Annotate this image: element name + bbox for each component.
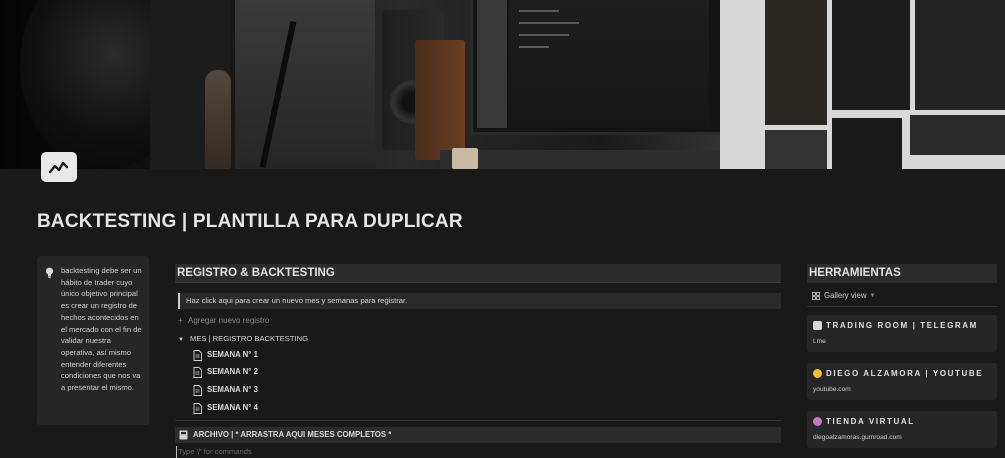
document-icon xyxy=(193,349,202,361)
cover-image xyxy=(0,0,1005,169)
document-icon xyxy=(193,384,202,396)
week-page-label: SEMANA N° 4 xyxy=(207,403,258,412)
chevron-down-icon: ▼ xyxy=(869,293,876,299)
callout-block[interactable]: backtesting debe ser un hábito de trader… xyxy=(37,256,149,425)
gallery-view-label: Gallery view xyxy=(824,291,867,300)
gallery-card-store[interactable]: TIENDA VIRTUAL diegoalzamoras.gumroad.co… xyxy=(807,411,997,448)
new-month-hint[interactable]: Haz click aqui para crear un nuevo mes y… xyxy=(178,293,781,309)
gallery-card-telegram[interactable]: TRADING ROOM | TELEGRAM t.me xyxy=(807,315,997,352)
archive-label: ARCHIVO | * ARRASTRA AQUI MESES COMPLETO… xyxy=(193,430,392,439)
document-icon xyxy=(193,402,202,414)
chart-trend-icon xyxy=(48,161,69,174)
card-url: youtube.com xyxy=(813,386,851,393)
add-new-record-button[interactable]: + Agregar nuevo registro xyxy=(178,314,269,328)
gallery-grid-icon xyxy=(812,292,820,300)
card-url: diegoalzamoras.gumroad.com xyxy=(813,434,902,441)
telegram-icon xyxy=(813,321,822,330)
week-page-link[interactable]: SEMANA N° 1 xyxy=(193,348,258,362)
page-title[interactable]: BACKTESTING | PLANTILLA PARA DUPLICAR xyxy=(37,211,463,233)
card-title: TRADING ROOM | TELEGRAM xyxy=(826,321,978,330)
add-new-record-label: Agregar nuevo registro xyxy=(188,316,270,325)
month-toggle-label: MES | REGISTRO BACKTESTING xyxy=(190,334,309,343)
command-placeholder[interactable]: Type '/' for commands xyxy=(176,446,252,458)
card-title: DIEGO ALZAMORA | YOUTUBE xyxy=(826,369,984,378)
week-page-label: SEMANA N° 1 xyxy=(207,350,258,359)
month-toggle[interactable]: ▼ MES | REGISTRO BACKTESTING xyxy=(178,332,308,347)
triangle-down-icon[interactable]: ▼ xyxy=(178,333,190,347)
lightbulb-icon xyxy=(45,266,54,284)
gallery-view-tab[interactable]: Gallery view ▼ xyxy=(812,290,875,302)
plus-icon: + xyxy=(178,316,183,325)
smiley-icon xyxy=(813,369,822,378)
store-icon xyxy=(813,417,822,426)
document-icon xyxy=(193,366,202,378)
archive-icon xyxy=(179,430,188,440)
page-icon[interactable] xyxy=(41,152,77,182)
week-page-link[interactable]: SEMANA N° 3 xyxy=(193,383,258,397)
callout-text: backtesting debe ser un hábito de trader… xyxy=(61,266,142,393)
archive-page-link[interactable]: ARCHIVO | * ARRASTRA AQUI MESES COMPLETO… xyxy=(175,427,781,443)
divider xyxy=(175,420,781,421)
divider xyxy=(807,306,997,307)
week-page-link[interactable]: SEMANA N° 2 xyxy=(193,365,258,379)
gallery-card-youtube[interactable]: DIEGO ALZAMORA | YOUTUBE youtube.com xyxy=(807,363,997,400)
registro-heading: REGISTRO & BACKTESTING xyxy=(175,264,781,283)
card-title: TIENDA VIRTUAL xyxy=(826,417,915,426)
week-page-label: SEMANA N° 2 xyxy=(207,367,258,376)
week-page-label: SEMANA N° 3 xyxy=(207,385,258,394)
card-url: t.me xyxy=(813,338,826,345)
herramientas-heading: HERRAMIENTAS xyxy=(807,264,997,283)
week-page-link[interactable]: SEMANA N° 4 xyxy=(193,401,258,415)
